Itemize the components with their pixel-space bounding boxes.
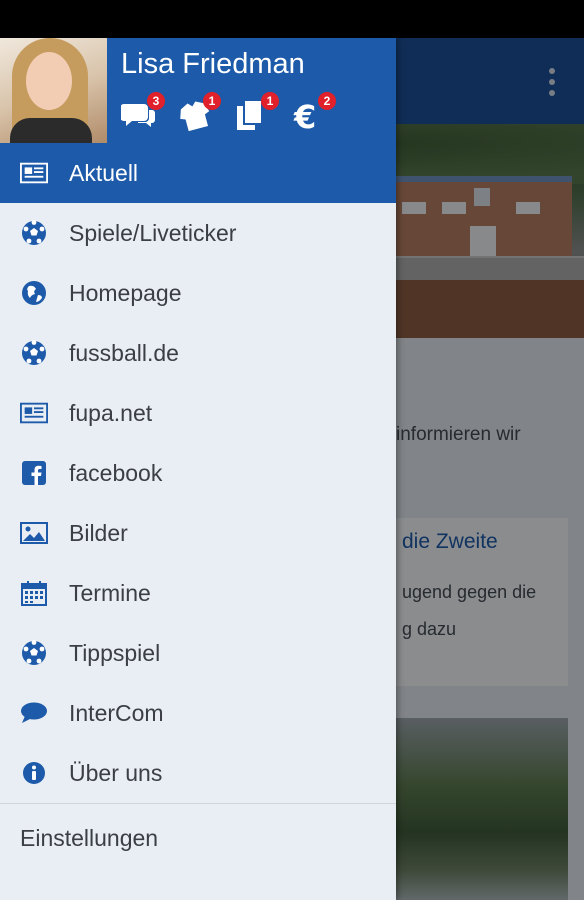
menu-item-label: fupa.net <box>69 400 153 426</box>
soccer-ball-icon <box>20 220 48 246</box>
menu-item-label: Termine <box>69 580 151 606</box>
menu-item-label: Aktuell <box>69 160 139 186</box>
menu-item-facebook[interactable]: facebook <box>0 443 396 503</box>
messages-button[interactable]: 3 <box>121 92 165 132</box>
count-badge: 3 <box>147 92 165 110</box>
drawer-header: Lisa Friedman 3 1 1 € 2 <box>0 38 396 143</box>
count-badge: 1 <box>261 92 279 110</box>
menu-item-label: InterCom <box>69 700 164 726</box>
info-icon <box>20 760 48 786</box>
menu-divider <box>0 803 396 804</box>
facebook-icon <box>20 460 48 486</box>
menu-item-label: Tippspiel <box>69 640 161 666</box>
avatar[interactable] <box>0 38 107 143</box>
newspaper-icon <box>20 160 48 186</box>
user-name: Lisa Friedman <box>121 48 305 80</box>
payments-button[interactable]: € 2 <box>292 92 336 132</box>
menu-item-ueber-uns[interactable]: Über uns <box>0 743 396 803</box>
lineup-button[interactable]: 1 <box>177 92 221 132</box>
count-badge: 1 <box>203 92 221 110</box>
menu-item-aktuell[interactable]: Aktuell <box>0 143 396 203</box>
menu-item-spiele-liveticker[interactable]: Spiele/Liveticker <box>0 203 396 263</box>
menu-item-label: facebook <box>69 460 163 486</box>
menu-item-label: Homepage <box>69 280 182 306</box>
count-badge: 2 <box>318 92 336 110</box>
chat-icon <box>20 700 48 726</box>
menu-item-homepage[interactable]: Homepage <box>0 263 396 323</box>
image-icon <box>20 520 48 546</box>
documents-button[interactable]: 1 <box>235 92 279 132</box>
menu-item-label: Spiele/Liveticker <box>69 220 237 246</box>
svg-text:€: € <box>293 98 316 132</box>
menu-item-intercom[interactable]: InterCom <box>0 683 396 743</box>
menu-item-tippspiel[interactable]: Tippspiel <box>0 623 396 683</box>
status-bar <box>0 0 584 38</box>
calendar-icon <box>20 580 48 606</box>
drawer-menu: Aktuell Spiele/Liveticker Homepage fussb… <box>0 143 396 803</box>
newspaper-icon <box>20 400 48 426</box>
menu-item-label: fussball.de <box>69 340 179 366</box>
menu-item-label: Bilder <box>69 520 128 546</box>
menu-item-label: Über uns <box>69 760 163 786</box>
soccer-ball-icon <box>20 640 48 666</box>
menu-item-termine[interactable]: Termine <box>0 563 396 623</box>
settings-item[interactable]: Einstellungen <box>0 808 396 868</box>
globe-icon <box>20 280 48 306</box>
soccer-ball-icon <box>20 340 48 366</box>
menu-item-fupa-net[interactable]: fupa.net <box>0 383 396 443</box>
menu-item-bilder[interactable]: Bilder <box>0 503 396 563</box>
settings-label: Einstellungen <box>20 825 159 851</box>
navigation-drawer: Lisa Friedman 3 1 1 € 2 Aktuell Spiele/L… <box>0 38 396 900</box>
menu-item-fussball-de[interactable]: fussball.de <box>0 323 396 383</box>
